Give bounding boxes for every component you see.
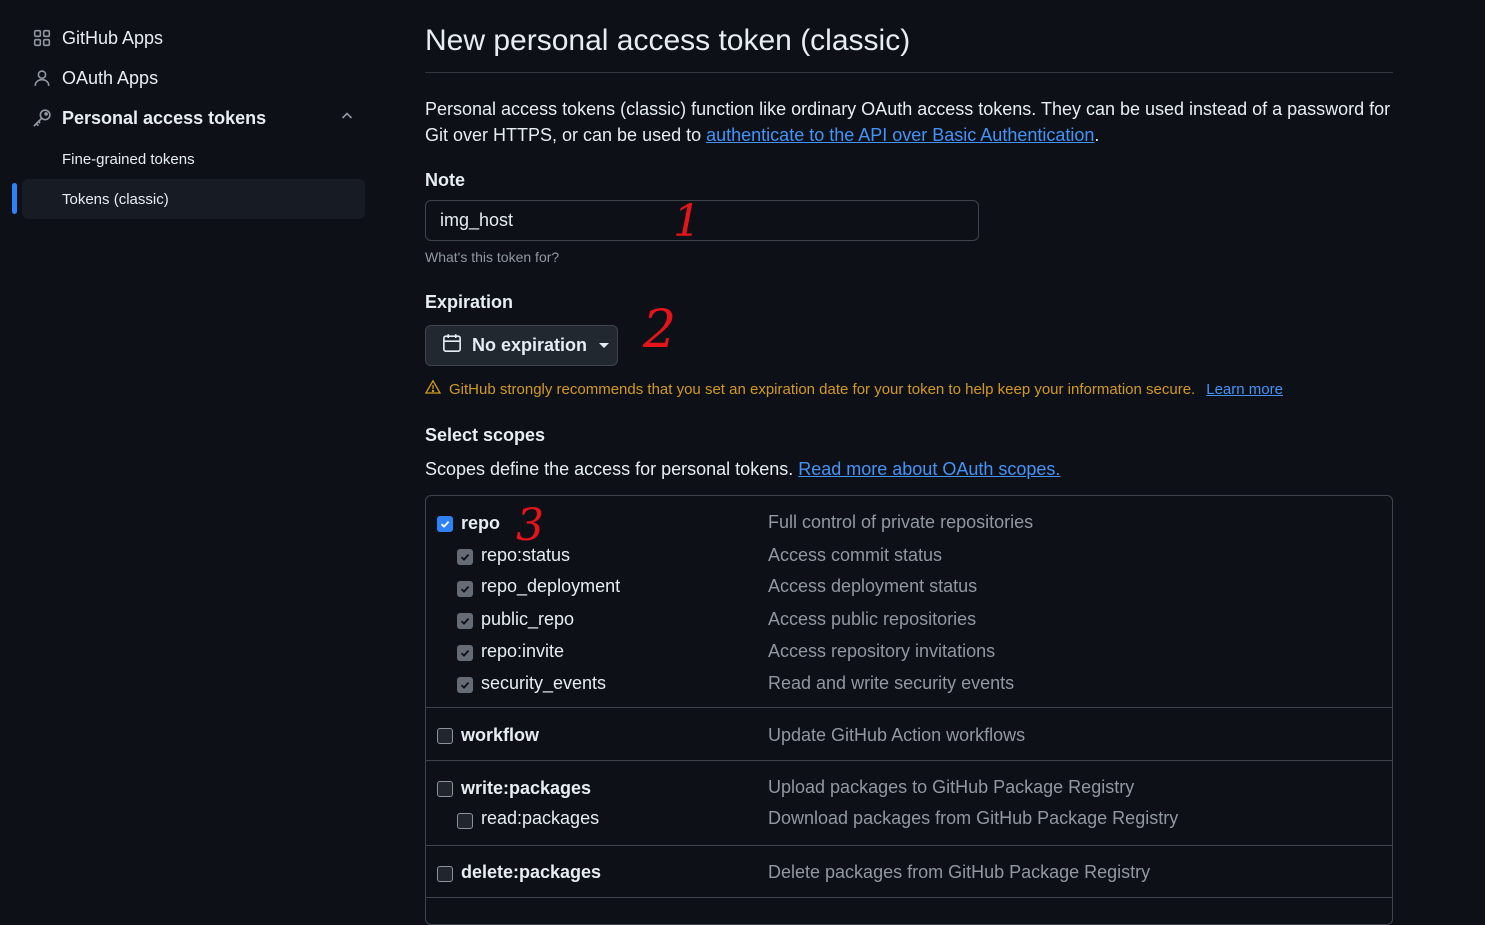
checkbox-repo[interactable]	[437, 516, 453, 532]
sidebar-subitem-fine-grained-tokens[interactable]: Fine-grained tokens	[22, 139, 365, 179]
scope-desc-repo-status: Access commit status	[768, 545, 943, 565]
caret-down-icon	[599, 343, 610, 348]
scope-group-workflow: workflow Update GitHub Action workflows	[426, 708, 1392, 761]
scope-desc-workflow: Update GitHub Action workflows	[768, 725, 1026, 745]
warning-text: GitHub strongly recommends that you set …	[449, 380, 1196, 398]
basic-auth-link[interactable]: authenticate to the API over Basic Authe…	[706, 125, 1094, 145]
scope-name-security-events: security_events	[481, 673, 607, 693]
sidebar-subitem-label: Tokens (classic)	[62, 190, 169, 208]
checkbox-repo-deployment[interactable]	[457, 581, 473, 597]
settings-sidebar: GitHub Apps OAuth Apps Personal access t…	[0, 0, 380, 913]
sidebar-item-label: GitHub Apps	[62, 27, 164, 48]
scope-name-repo-deployment: repo_deployment	[481, 576, 621, 596]
chevron-up-icon[interactable]	[339, 108, 355, 129]
sidebar-subitem-tokens-classic[interactable]: Tokens (classic)	[22, 179, 365, 219]
sidebar-subitem-label: Fine-grained tokens	[62, 150, 195, 168]
intro-text-end: .	[1094, 125, 1100, 145]
scope-desc-security-events: Read and write security events	[768, 673, 1015, 693]
scope-group-repo: repo Full control of private repositorie…	[426, 496, 1392, 708]
sidebar-item-label: Personal access tokens	[62, 107, 267, 128]
alert-icon	[424, 379, 442, 399]
annotation-number-two: 2	[643, 300, 677, 360]
sidebar-item-personal-access-tokens[interactable]: Personal access tokens	[22, 98, 365, 138]
intro-text: Personal access tokens (classic) functio…	[425, 96, 1393, 148]
checkbox-repo-invite[interactable]	[457, 645, 473, 661]
scope-name-repo-invite: repo:invite	[481, 641, 565, 661]
scope-desc-repo: Full control of private repositories	[768, 512, 1034, 532]
page-title: New personal access token (classic)	[425, 24, 911, 57]
checkbox-repo-status[interactable]	[457, 549, 473, 565]
checkbox-write-packages[interactable]	[437, 781, 453, 797]
scope-name-read-packages: read:packages	[481, 808, 600, 828]
person-icon	[22, 69, 62, 87]
scope-name-repo: repo	[461, 513, 501, 533]
active-indicator	[12, 183, 17, 214]
annotation-number-one: 1	[673, 196, 701, 247]
scope-group-write-packages: write:packages Upload packages to GitHub…	[426, 761, 1392, 846]
note-hint: What's this token for?	[425, 249, 560, 265]
checkbox-delete-packages[interactable]	[437, 866, 453, 882]
sidebar-item-github-apps[interactable]: GitHub Apps	[22, 18, 365, 58]
scope-group-delete-packages: delete:packages Delete packages from Git…	[426, 846, 1392, 898]
key-icon	[22, 108, 62, 128]
note-label: Note	[425, 170, 465, 190]
scopes-description: Scopes define the access for personal to…	[425, 459, 1060, 480]
calendar-icon	[442, 333, 462, 358]
scopes-desc-text: Scopes define the access for personal to…	[425, 459, 794, 479]
scope-desc-repo-deployment: Access deployment status	[768, 576, 978, 596]
scope-desc-repo-invite: Access repository invitations	[768, 641, 996, 661]
select-scopes-label: Select scopes	[425, 425, 546, 445]
checkbox-read-packages[interactable]	[457, 813, 473, 829]
oauth-scopes-link[interactable]: Read more about OAuth scopes.	[798, 459, 1060, 479]
note-input[interactable]	[425, 200, 979, 241]
apps-grid-icon	[22, 29, 62, 47]
learn-more-link[interactable]: Learn more	[1206, 381, 1283, 398]
scope-name-delete-packages: delete:packages	[461, 862, 602, 882]
checkbox-workflow[interactable]	[437, 728, 453, 744]
annotation-number-three: 3	[516, 500, 544, 551]
scope-desc-public-repo: Access public repositories	[768, 609, 977, 629]
scope-desc-read-packages: Download packages from GitHub Package Re…	[768, 808, 1179, 828]
scope-desc-delete-packages: Delete packages from GitHub Package Regi…	[768, 862, 1151, 882]
scope-name-public-repo: public_repo	[481, 609, 575, 629]
scope-desc-write-packages: Upload packages to GitHub Package Regist…	[768, 777, 1135, 797]
expiration-dropdown[interactable]: No expiration	[425, 325, 618, 366]
expiration-label: Expiration	[425, 292, 514, 312]
sidebar-item-oauth-apps[interactable]: OAuth Apps	[22, 58, 365, 98]
expiration-warning: GitHub strongly recommends that you set …	[424, 379, 1283, 399]
scope-name-workflow: workflow	[461, 725, 540, 745]
scope-name-write-packages: write:packages	[461, 778, 592, 798]
expiration-value: No expiration	[472, 335, 588, 355]
checkbox-public-repo[interactable]	[457, 613, 473, 629]
sidebar-item-label: OAuth Apps	[62, 67, 159, 88]
title-divider	[425, 72, 1393, 73]
scopes-list: repo Full control of private repositorie…	[425, 495, 1393, 925]
checkbox-security-events[interactable]	[457, 677, 473, 693]
